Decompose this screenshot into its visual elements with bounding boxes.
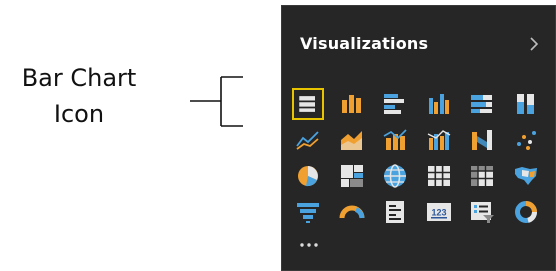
funnel-icon (297, 203, 319, 223)
filled-map-icon (515, 167, 537, 185)
pie-chart-button[interactable] (292, 160, 324, 192)
100-percent-stacked-bar-chart-icon (471, 95, 493, 113)
line-and-clustered-column-chart-button[interactable] (423, 124, 455, 156)
line-chart-icon (296, 131, 319, 150)
100-percent-stacked-column-chart-button[interactable] (510, 88, 542, 120)
annotation-line-1: Bar Chart (21, 64, 137, 92)
treemap-icon (340, 165, 363, 187)
svg-text:123: 123 (431, 208, 446, 218)
scatter-chart-button[interactable] (510, 124, 542, 156)
slicer-button[interactable] (466, 196, 498, 228)
panel-title: Visualizations (300, 34, 429, 53)
clustered-bar-chart-button[interactable] (379, 88, 411, 120)
line-and-stacked-column-chart-button[interactable] (379, 124, 411, 156)
map-button[interactable] (379, 160, 411, 192)
funnel-button[interactable] (292, 196, 324, 228)
area-chart-button[interactable] (336, 124, 368, 156)
map-icon (384, 164, 407, 188)
table-button[interactable] (423, 160, 455, 192)
more-visuals-button[interactable] (298, 236, 322, 254)
stacked-bar-chart-button[interactable] (292, 88, 324, 120)
panel-header: Visualizations (282, 6, 555, 84)
line-and-clustered-column-chart-icon (427, 130, 451, 150)
clustered-column-chart-button[interactable] (423, 88, 455, 120)
scatter-chart-icon (517, 131, 536, 150)
donut-chart-button[interactable] (510, 196, 542, 228)
table-icon (427, 166, 450, 186)
filled-map-button[interactable] (510, 160, 542, 192)
matrix-icon (471, 166, 494, 186)
slicer-icon (471, 202, 495, 223)
multi-row-card-icon (386, 201, 405, 223)
card-button[interactable]: 123 (423, 196, 455, 228)
stacked-column-chart-button[interactable] (336, 88, 368, 120)
card-icon: 123 (426, 203, 451, 221)
donut-chart-icon (515, 201, 538, 223)
line-and-stacked-column-chart-icon (383, 129, 407, 150)
100-percent-stacked-column-chart-icon (517, 94, 534, 114)
gauge-button[interactable] (336, 196, 368, 228)
pie-chart-icon (298, 166, 318, 187)
line-chart-button[interactable] (292, 124, 324, 156)
stacked-column-chart-icon (341, 95, 361, 113)
area-chart-icon (340, 131, 362, 150)
clustered-column-chart-icon (428, 94, 449, 114)
annotation-label: Bar Chart Icon (4, 60, 154, 132)
matrix-button[interactable] (466, 160, 498, 192)
ellipsis-icon (300, 243, 318, 247)
visualizations-panel: Visualizations 123 (281, 5, 556, 271)
gauge-icon (339, 205, 365, 219)
stacked-bar-chart-icon (299, 96, 315, 112)
clustered-bar-chart-icon (384, 94, 405, 114)
chevron-right-icon (530, 37, 539, 51)
annotation-line-2: Icon (53, 100, 105, 128)
ribbon-chart-icon (472, 130, 493, 150)
100-percent-stacked-bar-chart-button[interactable] (466, 88, 498, 120)
expand-panel-button[interactable] (524, 32, 544, 56)
multi-row-card-button[interactable] (379, 196, 411, 228)
treemap-button[interactable] (336, 160, 368, 192)
ribbon-chart-button[interactable] (466, 124, 498, 156)
